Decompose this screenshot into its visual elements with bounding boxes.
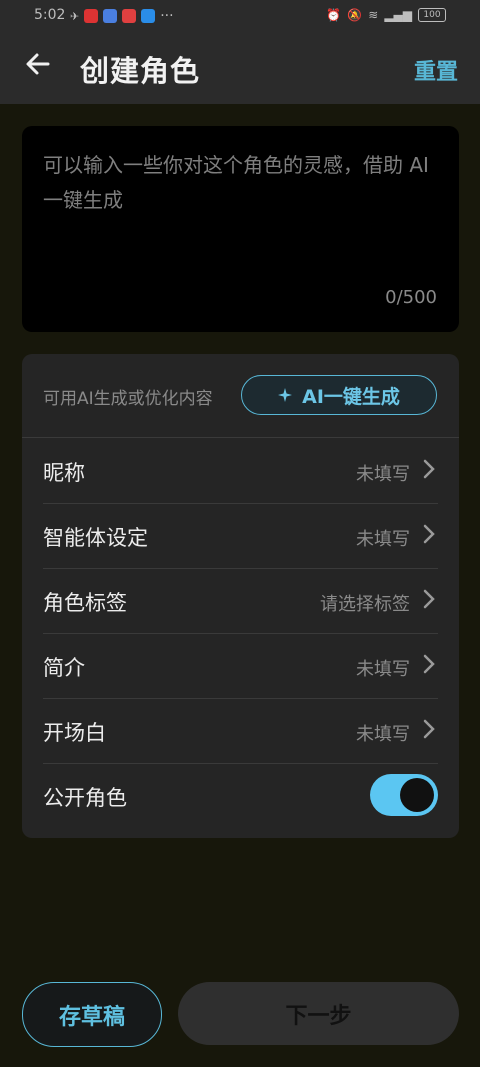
back-arrow-icon[interactable]	[22, 48, 54, 80]
field-row-nickname[interactable]: 昵称 未填写	[43, 438, 438, 504]
chevron-right-icon	[423, 654, 435, 674]
public-role-row: 公开角色	[43, 763, 438, 828]
silent-icon: 🔕	[347, 8, 363, 22]
field-value: 未填写	[356, 659, 410, 680]
field-value: 未填写	[356, 529, 410, 550]
public-role-label: 公开角色	[43, 786, 127, 810]
inspiration-textarea[interactable]: 可以输入一些你对这个角色的灵感，借助 AI 一键生成 0/500	[22, 126, 459, 332]
public-role-toggle[interactable]	[370, 774, 438, 816]
ai-generate-button[interactable]: AI一键生成	[241, 375, 437, 415]
page-title: 创建角色	[80, 54, 201, 88]
chevron-right-icon	[423, 589, 435, 609]
reset-button[interactable]: 重置	[414, 54, 458, 86]
alarm-icon: ⏰	[326, 8, 342, 22]
save-draft-button[interactable]: 存草稿	[22, 982, 162, 1047]
role-settings-card: 可用AI生成或优化内容 AI一键生成 昵称 未填写 智能体设定 未填写 角色标签…	[22, 354, 459, 838]
notification-mute-icon: ✈	[70, 9, 80, 23]
inspiration-placeholder: 可以输入一些你对这个角色的灵感，借助 AI 一键生成	[43, 153, 429, 212]
battery-icon: 100	[418, 8, 446, 22]
field-row-agent-setting[interactable]: 智能体设定 未填写	[43, 503, 438, 569]
notification-icons: ✈ ···	[70, 8, 174, 24]
ai-generate-row: 可用AI生成或优化内容 AI一键生成	[22, 354, 459, 438]
status-bar: 5:02 ✈ ··· ⏰ 🔕 ≋ ▂▄▆ 100	[0, 0, 480, 32]
system-icons: ⏰ 🔕 ≋ ▂▄▆ 100	[326, 8, 446, 22]
signal-icon: ▂▄▆	[384, 8, 412, 22]
field-value: 请选择标签	[320, 594, 410, 615]
app-notification-icon	[141, 9, 156, 23]
character-counter: 0/500	[385, 287, 437, 308]
field-row-opening-line[interactable]: 开场白 未填写	[43, 698, 438, 764]
field-label: 简介	[43, 656, 85, 680]
field-label: 昵称	[43, 461, 85, 485]
wifi-icon: ≋	[368, 8, 379, 22]
chevron-right-icon	[423, 524, 435, 544]
toggle-knob	[400, 778, 434, 812]
ai-hint-text: 可用AI生成或优化内容	[43, 389, 213, 409]
field-label: 开场白	[43, 721, 106, 745]
more-notifications-icon: ···	[160, 8, 174, 24]
app-notification-icon	[103, 9, 118, 23]
app-notification-icon	[122, 9, 137, 23]
field-label: 智能体设定	[43, 526, 148, 550]
ai-generate-label: AI一键生成	[302, 385, 400, 408]
sparkle-icon	[278, 388, 293, 402]
chevron-right-icon	[423, 459, 435, 479]
app-header: 创建角色 重置	[0, 32, 480, 104]
field-row-intro[interactable]: 简介 未填写	[43, 633, 438, 699]
app-notification-icon	[84, 9, 99, 23]
field-value: 未填写	[356, 724, 410, 745]
field-row-role-tags[interactable]: 角色标签 请选择标签	[43, 568, 438, 634]
next-step-button[interactable]: 下一步	[178, 982, 459, 1045]
field-value: 未填写	[356, 464, 410, 485]
field-label: 角色标签	[43, 591, 127, 615]
chevron-right-icon	[423, 719, 435, 739]
status-time: 5:02	[34, 7, 66, 23]
